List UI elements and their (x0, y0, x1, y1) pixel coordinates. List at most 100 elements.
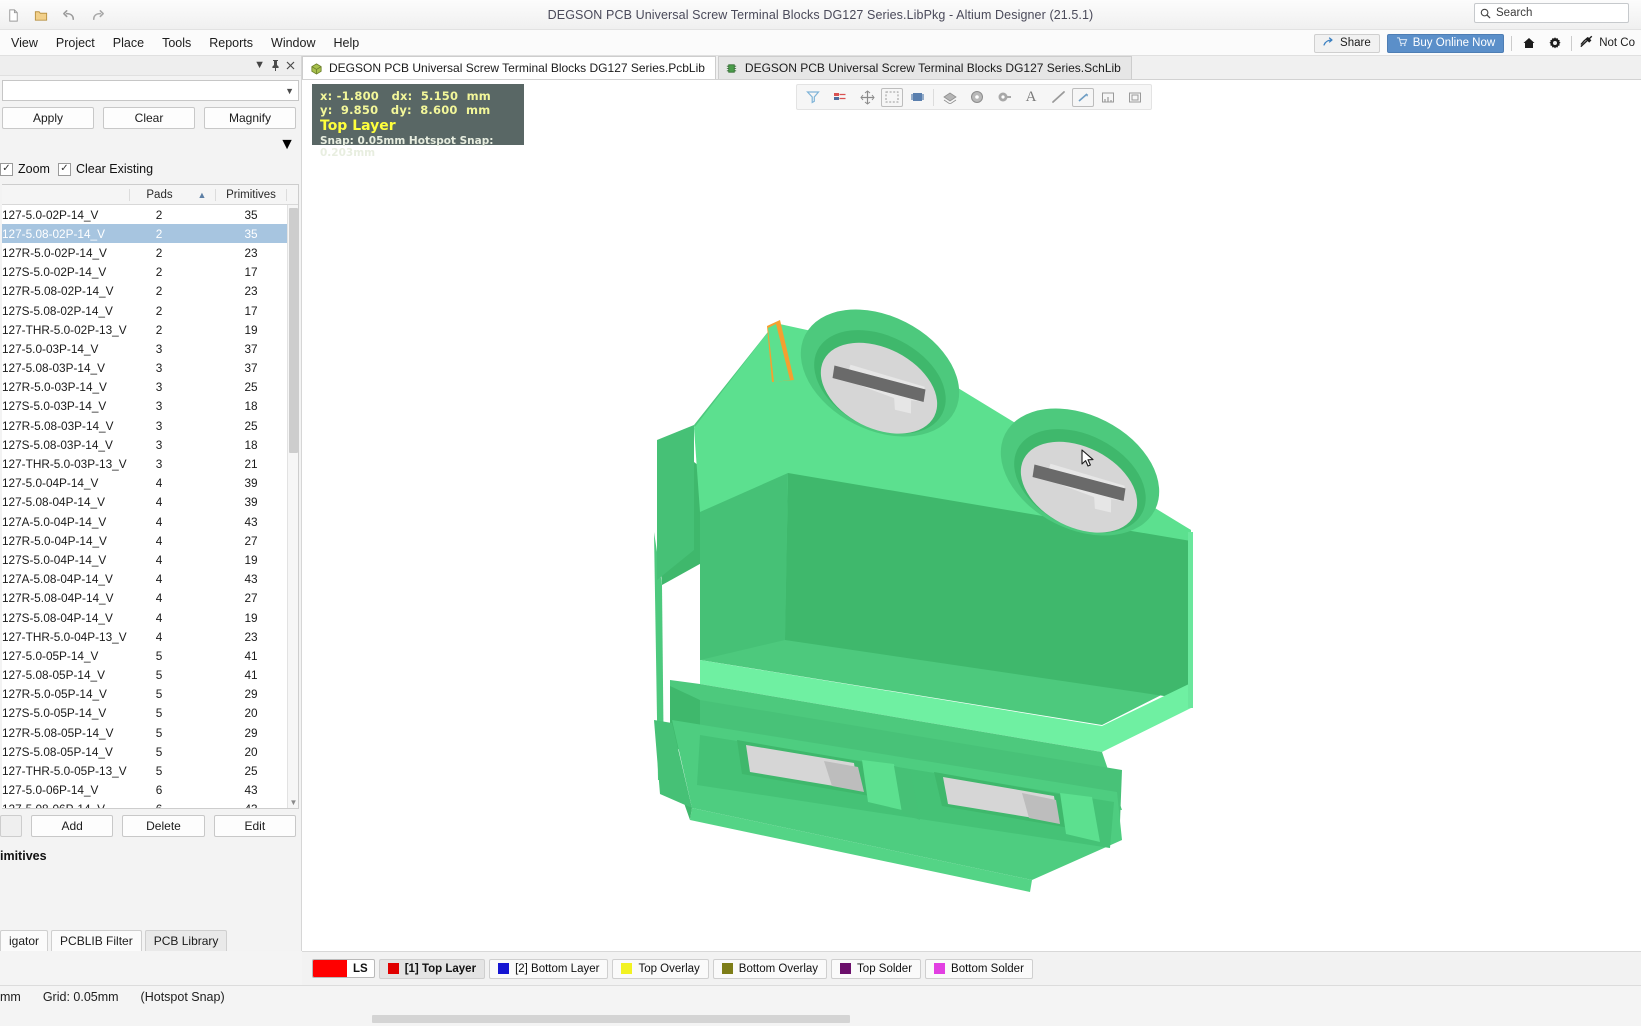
row-component-name: 127-5.0-06P-14_V (2, 783, 99, 798)
layer-stack-icon[interactable] (937, 86, 963, 108)
table-row[interactable]: 127R-5.0-04P-14_V 4 27 (2, 531, 298, 550)
table-row[interactable]: 127S-5.08-04P-14_V 4 19 (2, 608, 298, 627)
table-row[interactable]: 127-THR-5.0-04P-13_V 4 23 (2, 627, 298, 646)
tab-pcblib-filter[interactable]: PCBLIB Filter (51, 930, 142, 951)
table-row[interactable]: 127S-5.0-02P-14_V 2 17 (2, 263, 298, 282)
table-row[interactable]: 127-5.0-03P-14_V 3 37 (2, 339, 298, 358)
table-row[interactable]: 127-THR-5.0-02P-13_V 2 19 (2, 320, 298, 339)
delete-button[interactable]: Delete (122, 815, 205, 837)
table-row[interactable]: 127R-5.0-02P-14_V 2 23 (2, 243, 298, 262)
pcb-3d-viewport[interactable]: x: -1.800 dx: 5.150 mm y: 9.850 dy: 8.60… (302, 80, 1641, 951)
table-row[interactable]: 127S-5.08-05P-14_V 5 20 (2, 742, 298, 761)
magnify-button[interactable]: Magnify (204, 107, 296, 129)
table-row[interactable]: 127-5.08-05P-14_V 5 41 (2, 666, 298, 685)
table-row[interactable]: 127-5.08-06P-14_V6 43 (2, 800, 298, 808)
menu-window[interactable]: Window (262, 33, 324, 53)
table-row[interactable]: 127-THR-5.0-05P-13_V 5 25 (2, 761, 298, 780)
row-component-name: 127S-5.08-02P-14_V (2, 303, 113, 318)
tab-schlib-document[interactable]: DEGSON PCB Universal Screw Terminal Bloc… (717, 56, 1132, 79)
menu-view[interactable]: View (2, 33, 47, 53)
board-region-icon[interactable] (1122, 86, 1148, 108)
scroll-down-icon[interactable]: ▼ (288, 796, 298, 808)
horizontal-scrollbar-thumb[interactable] (372, 1015, 850, 1023)
close-icon[interactable] (286, 61, 295, 70)
layer-chip[interactable]: Bottom Solder (925, 958, 1033, 979)
table-row[interactable]: 127R-5.0-05P-14_V 5 29 (2, 685, 298, 704)
table-row[interactable]: 127S-5.08-03P-14_V 3 18 (2, 435, 298, 454)
table-row[interactable]: 127R-5.08-02P-14_V 2 23 (2, 282, 298, 301)
apply-button[interactable]: Apply (2, 107, 94, 129)
table-row[interactable]: 127R-5.08-05P-14_V 5 29 (2, 723, 298, 742)
menu-place[interactable]: Place (104, 33, 153, 53)
menu-help[interactable]: Help (325, 33, 369, 53)
clear-existing-checkbox[interactable]: ✓ Clear Existing (57, 162, 153, 176)
table-row[interactable]: 127R-5.08-04P-14_V 4 27 (2, 589, 298, 608)
pin-icon[interactable] (271, 60, 280, 71)
chevron-down-icon: ▼ (279, 136, 295, 153)
layer-chip[interactable]: Bottom Overlay (712, 958, 828, 979)
extra-button[interactable] (0, 815, 22, 837)
via-icon[interactable] (964, 86, 990, 108)
secondary-filter-combo[interactable]: ▼ (2, 135, 299, 155)
table-row[interactable]: 127S-5.0-04P-14_V 4 19 (2, 550, 298, 569)
layer-chip[interactable]: [2] Bottom Layer (489, 958, 609, 979)
table-row[interactable]: 127S-5.0-03P-14_V 3 18 (2, 397, 298, 416)
table-row[interactable]: 127R-5.08-03P-14_V 3 25 (2, 416, 298, 435)
table-row[interactable]: 127-5.08-03P-14_V 3 37 (2, 359, 298, 378)
row-primitives: 25 (244, 764, 258, 779)
horizontal-scrollbar[interactable] (0, 1012, 1641, 1026)
zoom-checkbox[interactable]: ✓ Zoom (0, 162, 50, 176)
row-pads: 2 (155, 284, 163, 299)
text-icon[interactable]: A (1018, 86, 1044, 108)
list-scrollbar[interactable]: ▲ ▼ (287, 205, 298, 808)
clear-button[interactable]: Clear (103, 107, 195, 129)
measure-icon[interactable] (1095, 86, 1121, 108)
table-row[interactable]: 127-5.0-06P-14_V 6 43 (2, 781, 298, 800)
dimension-icon[interactable] (1072, 87, 1094, 107)
column-header-pads[interactable]: Pads (129, 188, 189, 201)
edit-button[interactable]: Edit (213, 815, 296, 837)
table-row[interactable]: 127-THR-5.0-03P-13_V 3 21 (2, 454, 298, 473)
magnet-snap-icon[interactable] (827, 86, 853, 108)
column-header-primitives[interactable]: Primitives (215, 188, 287, 201)
table-row[interactable]: 127R-5.0-03P-14_V 3 25 (2, 378, 298, 397)
select-region-icon[interactable] (881, 87, 903, 107)
chevron-down-icon[interactable]: ▼ (254, 60, 265, 71)
layer-chip[interactable]: Top Solder (831, 958, 922, 979)
table-row[interactable]: 127A-5.08-04P-14_V 4 43 (2, 570, 298, 589)
table-row[interactable]: 127A-5.0-04P-14_V 4 43 (2, 512, 298, 531)
menu-tools[interactable]: Tools (153, 33, 200, 53)
row-component-name: 127-5.0-04P-14_V (2, 476, 99, 491)
layer-sets-button[interactable]: LS (312, 959, 375, 978)
table-row[interactable]: 127S-5.0-05P-14_V 5 20 (2, 704, 298, 723)
crosshair-icon[interactable] (854, 86, 880, 108)
menu-project[interactable]: Project (47, 33, 104, 53)
table-row[interactable]: 127S-5.08-02P-14_V 2 17 (2, 301, 298, 320)
table-row[interactable]: 127-5.08-02P-14_V 2 35 (2, 224, 298, 244)
tab-pcb-library[interactable]: PCB Library (144, 930, 228, 951)
menu-reports[interactable]: Reports (200, 33, 262, 53)
table-row[interactable]: 127-5.0-04P-14_V 4 39 (2, 474, 298, 493)
component-icon[interactable] (904, 86, 930, 108)
connection-status[interactable]: Not Co (1579, 35, 1639, 51)
search-input[interactable]: Search (1474, 3, 1629, 23)
share-button[interactable]: Share (1314, 33, 1380, 53)
layer-chip[interactable]: [1] Top Layer (378, 958, 486, 979)
components-list[interactable]: Pads ▲ Primitives 127-5.0-02P-14_V 2 35 127… (2, 184, 299, 809)
buy-online-button[interactable]: Buy Online Now (1386, 33, 1505, 53)
scrollbar-thumb[interactable] (289, 208, 298, 453)
line-icon[interactable] (1045, 86, 1071, 108)
layer-chip[interactable]: Top Overlay (612, 958, 709, 979)
tab-navigator[interactable]: igator (0, 930, 49, 951)
tab-pcblib-document[interactable]: DEGSON PCB Universal Screw Terminal Bloc… (302, 56, 716, 79)
row-component-name: 127S-5.08-05P-14_V (2, 744, 113, 759)
pad-icon[interactable] (991, 86, 1017, 108)
gear-icon[interactable] (1545, 36, 1564, 50)
add-button[interactable]: Add (31, 815, 114, 837)
table-row[interactable]: 127-5.0-05P-14_V 5 41 (2, 646, 298, 665)
home-icon[interactable] (1519, 36, 1538, 50)
table-row[interactable]: 127-5.0-02P-14_V 2 35 (2, 205, 298, 224)
filter-icon[interactable] (800, 86, 826, 108)
library-filter-combo[interactable]: ▼ (2, 80, 299, 101)
table-row[interactable]: 127-5.08-04P-14_V 4 39 (2, 493, 298, 512)
